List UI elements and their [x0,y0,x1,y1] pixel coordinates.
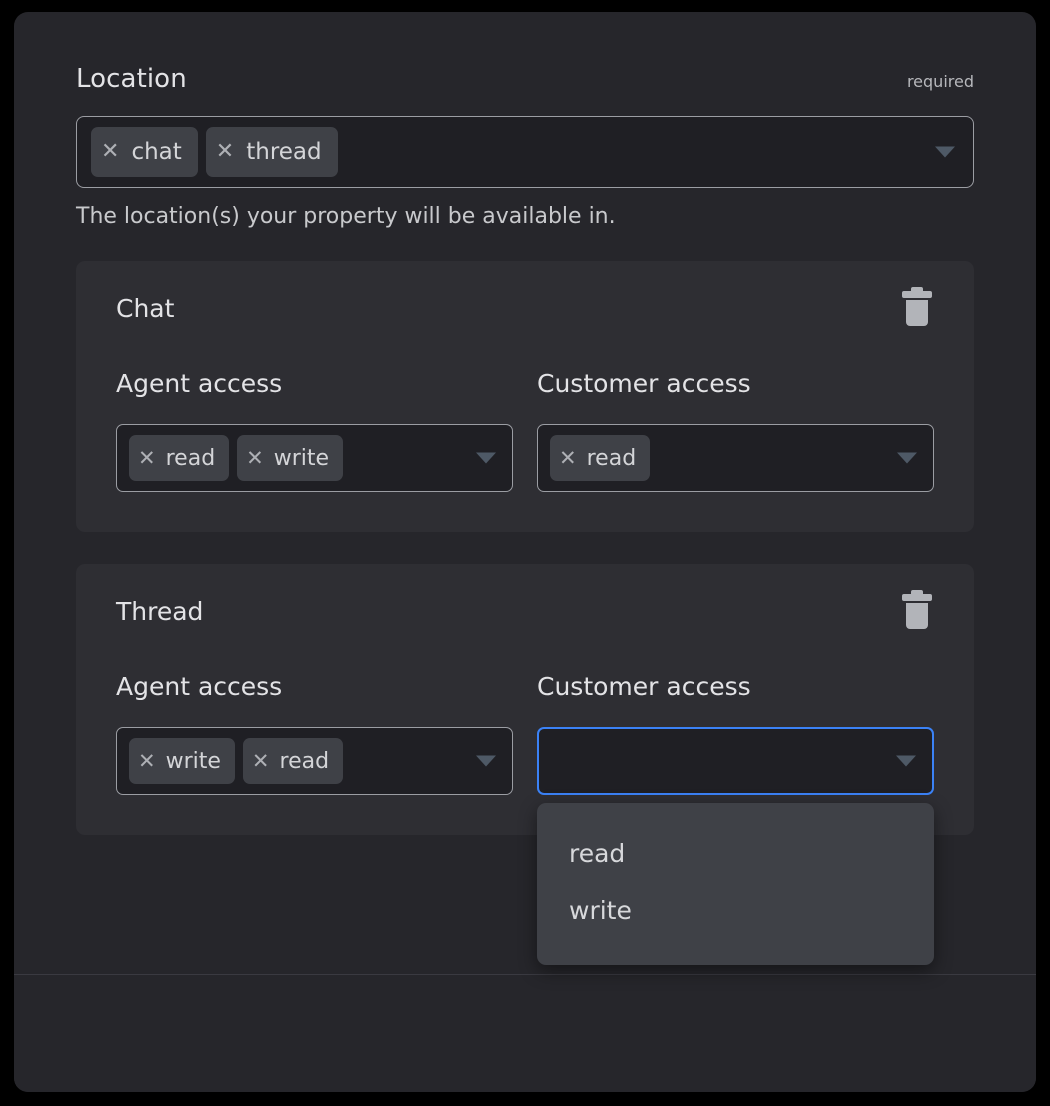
chevron-down-icon[interactable] [897,453,917,464]
access-chip-write[interactable]: ✕ write [129,738,235,784]
close-icon[interactable]: ✕ [216,141,234,163]
chevron-down-icon[interactable] [476,453,496,464]
chip-label: write [274,446,329,471]
modal-body: Location required ✕ chat ✕ thread The lo… [14,12,1036,974]
thread-agent-access-select[interactable]: ✕ write ✕ read [116,727,513,795]
location-select[interactable]: ✕ chat ✕ thread [76,116,974,188]
dropdown-option-write[interactable]: write [537,882,934,939]
location-field-header: Location required [76,64,974,94]
property-editor-modal: Location required ✕ chat ✕ thread The lo… [14,12,1036,1092]
customer-access-dropdown: read write [537,803,934,965]
agent-access-column: Agent access ✕ read ✕ write [116,369,513,492]
customer-access-label: Customer access [537,369,934,398]
location-card-chat: Chat Agent access ✕ read [76,261,974,532]
chevron-down-icon[interactable] [935,147,955,158]
required-note: required [907,72,974,91]
card-title: Thread [116,597,203,626]
screen: Location required ✕ chat ✕ thread The lo… [0,0,1050,1106]
chevron-down-icon[interactable] [896,756,916,767]
chip-label: write [166,749,221,774]
trash-icon[interactable] [900,289,934,327]
page-title: Location [76,64,187,94]
agent-access-label: Agent access [116,672,513,701]
modal-footer [14,974,1036,1092]
chip-label: read [587,446,637,471]
close-icon[interactable]: ✕ [252,751,270,772]
access-grid: Agent access ✕ read ✕ write [116,369,934,492]
close-icon[interactable]: ✕ [101,141,119,163]
location-card-thread: Thread Agent access ✕ write [76,564,974,835]
chip-label: read [166,446,216,471]
chat-customer-access-select[interactable]: ✕ read [537,424,934,492]
card-header: Thread [116,592,934,630]
close-icon[interactable]: ✕ [138,751,156,772]
card-title: Chat [116,294,174,323]
trash-icon[interactable] [900,592,934,630]
access-chip-write[interactable]: ✕ write [237,435,343,481]
dropdown-option-read[interactable]: read [537,825,934,882]
location-chip-thread[interactable]: ✕ thread [206,127,338,177]
customer-access-column: Customer access ✕ read [537,369,934,492]
chevron-down-icon[interactable] [476,756,496,767]
access-chip-read[interactable]: ✕ read [129,435,229,481]
customer-access-column: Customer access read write [537,672,934,795]
close-icon[interactable]: ✕ [559,448,577,469]
location-help-text: The location(s) your property will be av… [76,204,974,229]
close-icon[interactable]: ✕ [246,448,264,469]
location-chip-chat[interactable]: ✕ chat [91,127,198,177]
access-chip-read[interactable]: ✕ read [550,435,650,481]
chip-label: chat [131,139,181,165]
thread-customer-access-select[interactable] [537,727,934,795]
chat-agent-access-select[interactable]: ✕ read ✕ write [116,424,513,492]
close-icon[interactable]: ✕ [138,448,156,469]
access-grid: Agent access ✕ write ✕ read [116,672,934,795]
customer-access-label: Customer access [537,672,934,701]
access-chip-read[interactable]: ✕ read [243,738,343,784]
card-header: Chat [116,289,934,327]
chip-label: thread [246,139,321,165]
chip-label: read [280,749,330,774]
agent-access-column: Agent access ✕ write ✕ read [116,672,513,795]
agent-access-label: Agent access [116,369,513,398]
